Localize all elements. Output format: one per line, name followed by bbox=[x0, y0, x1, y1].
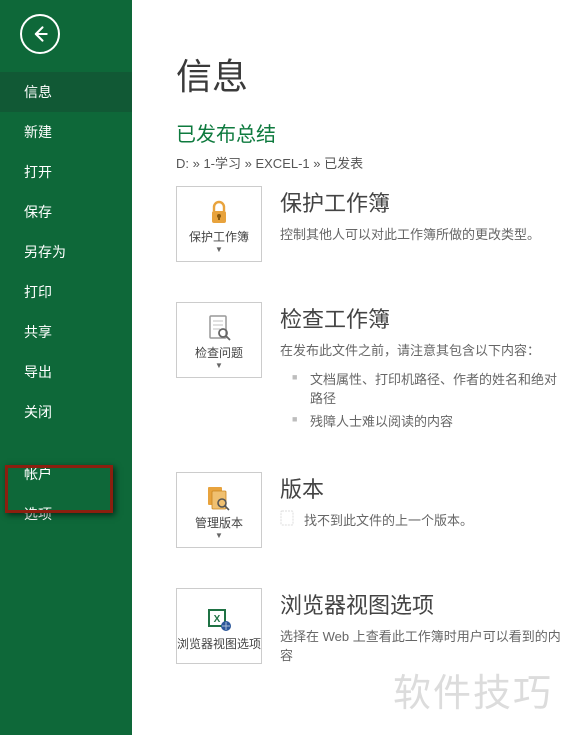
protect-title: 保护工作簿 bbox=[280, 186, 567, 218]
list-item: 文档属性、打印机路径、作者的姓名和绝对路径 bbox=[292, 367, 567, 409]
menu-share[interactable]: 共享 bbox=[0, 312, 132, 352]
protect-desc: 控制其他人可以对此工作簿所做的更改类型。 bbox=[280, 224, 567, 243]
section-inspect: 检查问题 ▼ 检查工作簿 在发布此文件之前，请注意其包含以下内容： 文档属性、打… bbox=[176, 302, 567, 432]
tile-label: 管理版本 bbox=[195, 516, 243, 530]
section-browser: X 浏览器视图选项 浏览器视图选项 选择在 Web 上查看此工作簿时用户可以看到… bbox=[176, 588, 567, 672]
breadcrumb: D: » 1-学习 » EXCEL-1 » 已发表 bbox=[176, 153, 567, 172]
versions-title: 版本 bbox=[280, 472, 567, 504]
watermark: 软件技巧 bbox=[393, 662, 553, 717]
back-arrow-icon bbox=[30, 24, 50, 44]
browser-desc: 选择在 Web 上查看此工作簿时用户可以看到的内容 bbox=[280, 626, 567, 664]
menu-close[interactable]: 关闭 bbox=[0, 392, 132, 432]
section-versions: 管理版本 ▼ 版本 找不到此文件的上一个版本。 bbox=[176, 472, 567, 548]
browser-title: 浏览器视图选项 bbox=[280, 588, 567, 620]
tile-manage-versions[interactable]: 管理版本 ▼ bbox=[176, 472, 262, 548]
inspect-title: 检查工作簿 bbox=[280, 302, 567, 334]
versions-desc: 找不到此文件的上一个版本。 bbox=[304, 510, 473, 529]
menu-new[interactable]: 新建 bbox=[0, 112, 132, 152]
lock-icon bbox=[204, 194, 234, 230]
inspect-desc: 在发布此文件之前，请注意其包含以下内容： bbox=[280, 340, 567, 359]
svg-text:X: X bbox=[214, 614, 221, 625]
menu-open[interactable]: 打开 bbox=[0, 152, 132, 192]
back-button[interactable] bbox=[20, 14, 60, 54]
chevron-down-icon: ▼ bbox=[215, 531, 223, 540]
backstage-menu: 信息 新建 打开 保存 另存为 打印 共享 导出 关闭 帐户 选项 bbox=[0, 72, 132, 534]
list-item: 残障人士难以阅读的内容 bbox=[292, 409, 567, 432]
inspect-bullets: 文档属性、打印机路径、作者的姓名和绝对路径 残障人士难以阅读的内容 bbox=[280, 367, 567, 432]
document-icon bbox=[280, 510, 294, 529]
main-panel: 信息 已发布总结 D: » 1-学习 » EXCEL-1 » 已发表 保护工作簿… bbox=[132, 0, 567, 735]
tile-protect-workbook[interactable]: 保护工作簿 ▼ bbox=[176, 186, 262, 262]
menu-export[interactable]: 导出 bbox=[0, 352, 132, 392]
page-title: 信息 bbox=[176, 48, 567, 100]
tile-label: 保护工作簿 bbox=[189, 230, 249, 244]
menu-save[interactable]: 保存 bbox=[0, 192, 132, 232]
chevron-down-icon: ▼ bbox=[215, 361, 223, 370]
menu-info[interactable]: 信息 bbox=[0, 72, 132, 112]
tile-label: 浏览器视图选项 bbox=[177, 637, 261, 651]
browser-view-icon: X bbox=[204, 601, 234, 637]
document-magnify-icon bbox=[204, 310, 234, 346]
tile-label: 检查问题 bbox=[195, 346, 243, 360]
section-protect: 保护工作簿 ▼ 保护工作簿 控制其他人可以对此工作簿所做的更改类型。 bbox=[176, 186, 567, 262]
tile-browser-view[interactable]: X 浏览器视图选项 bbox=[176, 588, 262, 664]
tile-check-issues[interactable]: 检查问题 ▼ bbox=[176, 302, 262, 378]
backstage-sidebar: 信息 新建 打开 保存 另存为 打印 共享 导出 关闭 帐户 选项 bbox=[0, 0, 132, 735]
versions-icon bbox=[204, 480, 234, 516]
menu-options[interactable]: 选项 bbox=[0, 494, 132, 534]
menu-print[interactable]: 打印 bbox=[0, 272, 132, 312]
file-name: 已发布总结 bbox=[176, 118, 567, 147]
menu-account[interactable]: 帐户 bbox=[0, 454, 132, 494]
menu-saveas[interactable]: 另存为 bbox=[0, 232, 132, 272]
chevron-down-icon: ▼ bbox=[215, 245, 223, 254]
